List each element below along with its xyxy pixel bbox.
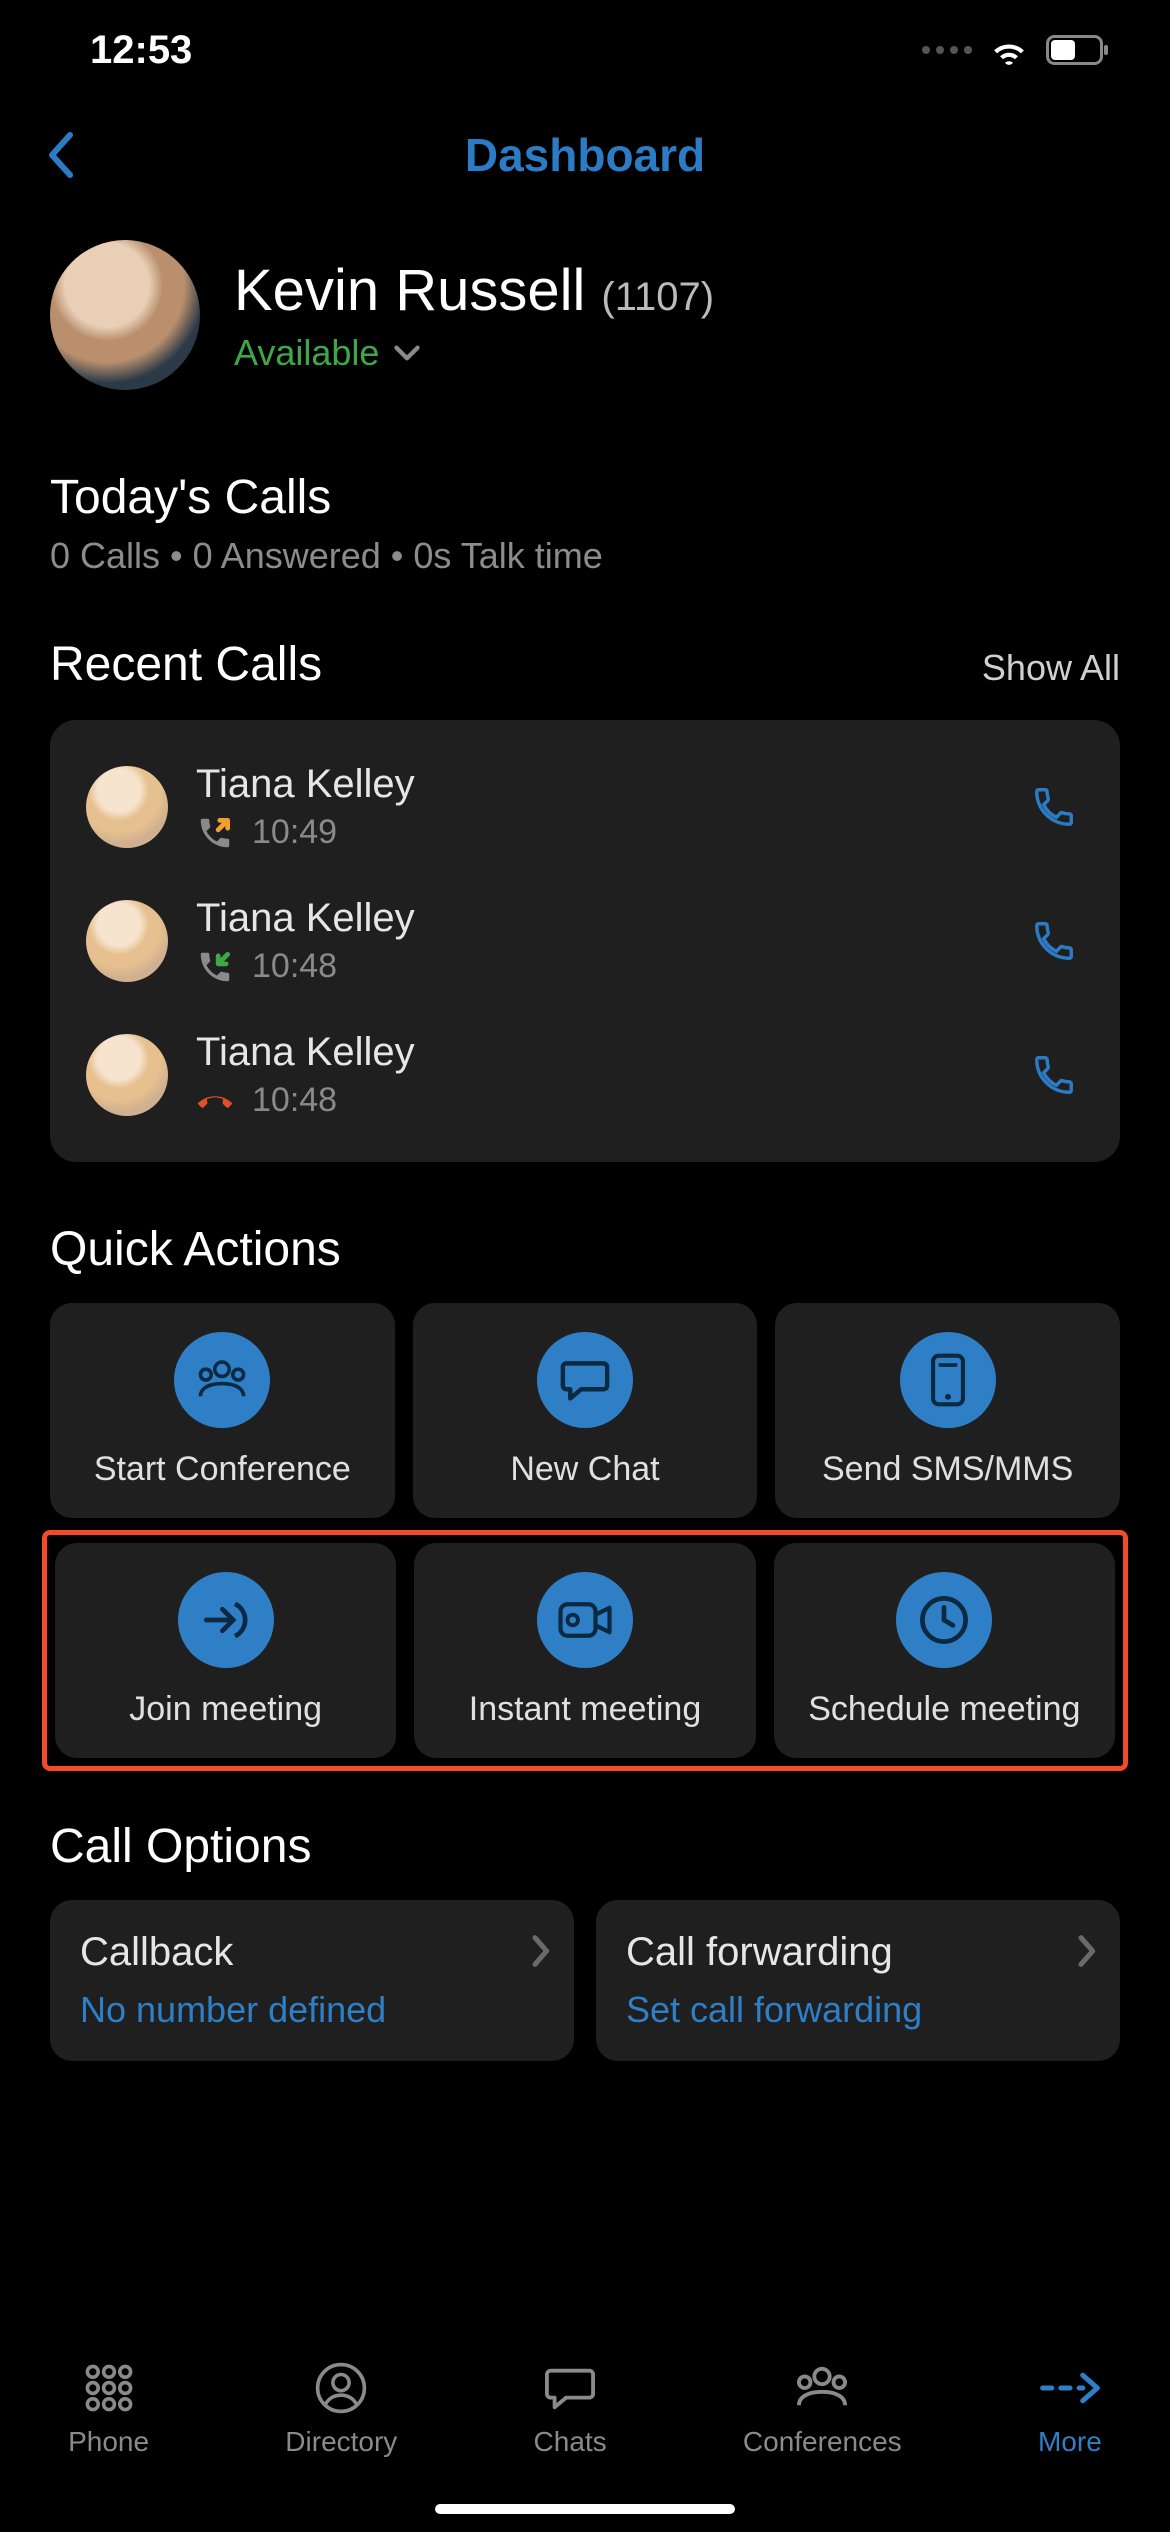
- tile-title: Callback: [80, 1930, 544, 1975]
- call-options-title: Call Options: [50, 1819, 1120, 1874]
- tile-label: Join meeting: [129, 1690, 322, 1729]
- tile-label: Send SMS/MMS: [822, 1450, 1073, 1489]
- callback-tile[interactable]: Callback No number defined: [50, 1900, 574, 2061]
- tile-label: New Chat: [510, 1450, 659, 1489]
- show-all-link[interactable]: Show All: [982, 647, 1120, 689]
- tile-label: Start Conference: [94, 1450, 351, 1489]
- tab-more[interactable]: More: [1038, 2360, 1102, 2458]
- status-bar: 12:53: [0, 0, 1170, 100]
- send-sms-tile[interactable]: Send SMS/MMS: [775, 1303, 1120, 1518]
- cellular-dots-icon: [922, 46, 972, 54]
- more-icon: [1038, 2360, 1102, 2416]
- home-indicator[interactable]: [435, 2504, 735, 2514]
- profile-extension: (1107): [601, 275, 714, 320]
- wifi-icon: [988, 34, 1030, 66]
- recent-calls-section: Recent Calls Show All Tiana Kelley 10:49: [0, 637, 1170, 1162]
- chevron-right-icon: [1076, 1934, 1096, 1973]
- recent-call-row[interactable]: Tiana Kelley 10:48: [80, 1008, 1090, 1142]
- keypad-icon: [77, 2360, 141, 2416]
- tab-phone[interactable]: Phone: [68, 2360, 149, 2458]
- phone-icon: [1031, 918, 1077, 964]
- call-time: 10:48: [252, 947, 337, 986]
- contact-avatar: [86, 900, 168, 982]
- tab-chats[interactable]: Chats: [534, 2360, 607, 2458]
- call-time: 10:48: [252, 1081, 337, 1120]
- quick-actions-title: Quick Actions: [50, 1222, 1120, 1277]
- presence-selector[interactable]: Available: [234, 332, 714, 374]
- incoming-call-icon: [196, 948, 234, 986]
- tab-label: More: [1038, 2426, 1102, 2458]
- tile-subtitle: Set call forwarding: [626, 1989, 1090, 2031]
- conference-icon: [174, 1332, 270, 1428]
- profile-block: Kevin Russell (1107) Available: [0, 210, 1170, 410]
- quick-actions-section: Quick Actions Start Conference New Chat …: [0, 1222, 1170, 1771]
- outgoing-call-icon: [196, 814, 234, 852]
- schedule-meeting-tile[interactable]: Schedule meeting: [774, 1543, 1115, 1758]
- status-time: 12:53: [90, 28, 192, 73]
- status-right: [922, 34, 1110, 66]
- tab-label: Directory: [285, 2426, 397, 2458]
- contact-name: Tiana Kelley: [196, 1030, 996, 1075]
- call-button[interactable]: [1024, 1045, 1084, 1105]
- tab-conferences[interactable]: Conferences: [743, 2360, 902, 2458]
- contact-icon: [309, 2360, 373, 2416]
- start-conference-tile[interactable]: Start Conference: [50, 1303, 395, 1518]
- sms-icon: [900, 1332, 996, 1428]
- contact-name: Tiana Kelley: [196, 896, 996, 941]
- conference-icon: [790, 2360, 854, 2416]
- contact-name: Tiana Kelley: [196, 762, 996, 807]
- battery-icon: [1046, 35, 1110, 65]
- video-icon: [537, 1572, 633, 1668]
- chat-icon: [538, 2360, 602, 2416]
- contact-avatar: [86, 766, 168, 848]
- chat-icon: [537, 1332, 633, 1428]
- recent-call-row[interactable]: Tiana Kelley 10:49: [80, 740, 1090, 874]
- new-chat-tile[interactable]: New Chat: [413, 1303, 758, 1518]
- presence-status: Available: [234, 332, 379, 374]
- todays-calls-title: Today's Calls: [50, 470, 1120, 525]
- join-meeting-tile[interactable]: Join meeting: [55, 1543, 396, 1758]
- call-button[interactable]: [1024, 777, 1084, 837]
- instant-meeting-tile[interactable]: Instant meeting: [414, 1543, 755, 1758]
- phone-icon: [1031, 1052, 1077, 1098]
- call-time: 10:49: [252, 813, 337, 852]
- tab-label: Conferences: [743, 2426, 902, 2458]
- clock-icon: [896, 1572, 992, 1668]
- recent-calls-card: Tiana Kelley 10:49 Tiana Kelley: [50, 720, 1120, 1162]
- todays-calls-subtitle: 0 Calls • 0 Answered • 0s Talk time: [50, 535, 1120, 577]
- tile-label: Instant meeting: [469, 1690, 701, 1729]
- missed-call-icon: [196, 1082, 234, 1120]
- profile-name: Kevin Russell: [234, 257, 585, 324]
- recent-call-row[interactable]: Tiana Kelley 10:48: [80, 874, 1090, 1008]
- tab-directory[interactable]: Directory: [285, 2360, 397, 2458]
- nav-header: Dashboard: [0, 100, 1170, 210]
- chevron-right-icon: [530, 1934, 550, 1973]
- tile-label: Schedule meeting: [808, 1690, 1080, 1729]
- call-forwarding-tile[interactable]: Call forwarding Set call forwarding: [596, 1900, 1120, 2061]
- contact-avatar: [86, 1034, 168, 1116]
- recent-calls-title: Recent Calls: [50, 637, 322, 692]
- page-title: Dashboard: [0, 128, 1170, 182]
- tab-label: Phone: [68, 2426, 149, 2458]
- chevron-down-icon: [393, 344, 421, 362]
- join-icon: [178, 1572, 274, 1668]
- phone-icon: [1031, 784, 1077, 830]
- call-button[interactable]: [1024, 911, 1084, 971]
- call-options-section: Call Options Callback No number defined …: [0, 1819, 1170, 2061]
- tab-label: Chats: [534, 2426, 607, 2458]
- avatar[interactable]: [50, 240, 200, 390]
- tile-title: Call forwarding: [626, 1930, 1090, 1975]
- tile-subtitle: No number defined: [80, 1989, 544, 2031]
- meeting-actions-highlight: Join meeting Instant meeting Schedule me…: [42, 1530, 1128, 1771]
- todays-calls-section: Today's Calls 0 Calls • 0 Answered • 0s …: [0, 470, 1170, 577]
